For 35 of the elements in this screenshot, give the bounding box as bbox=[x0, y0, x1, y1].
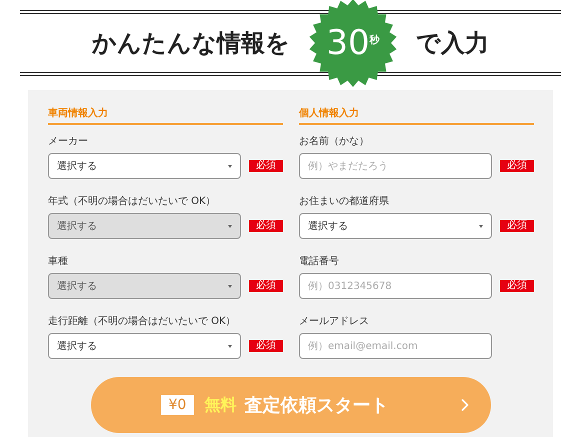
header-title: で入力 bbox=[416, 28, 489, 59]
free-label: 無料 bbox=[204, 394, 236, 416]
required-badge: 必須 bbox=[500, 160, 534, 172]
caret-icon bbox=[228, 344, 232, 348]
field-label: 走行距離（不明の場合はだいたいで OK） bbox=[48, 315, 237, 329]
input-field[interactable]: 例）やまだたろう bbox=[299, 153, 492, 179]
header-title: かんたんな情報を bbox=[92, 28, 290, 59]
field-label: メーカー bbox=[48, 135, 89, 149]
field-label: 電話番号 bbox=[299, 255, 340, 269]
input-field[interactable]: 例）email@email.com bbox=[299, 333, 492, 359]
submit-label: 査定依頼スタート bbox=[244, 394, 388, 418]
caret-icon bbox=[228, 164, 232, 168]
required-badge: 必須 bbox=[500, 280, 534, 292]
required-badge: 必須 bbox=[249, 220, 283, 232]
required-badge: 必須 bbox=[500, 220, 534, 232]
select-field[interactable]: 選択する bbox=[299, 213, 492, 239]
section-heading: 車両情報入力 bbox=[48, 106, 283, 125]
select-field[interactable]: 選択する bbox=[48, 153, 241, 179]
field-label: お名前（かな） bbox=[299, 135, 370, 149]
badge-number: 30 bbox=[326, 26, 370, 60]
field-label: 車種 bbox=[48, 255, 69, 269]
caret-icon bbox=[479, 224, 483, 228]
badge-unit: 秒 bbox=[370, 34, 380, 48]
required-badge: 必須 bbox=[249, 340, 283, 352]
field-label: お住まいの都道府県 bbox=[299, 195, 390, 209]
caret-icon bbox=[228, 224, 232, 228]
price-tag: ¥0 bbox=[160, 395, 194, 415]
caret-icon bbox=[228, 284, 232, 288]
required-badge: 必須 bbox=[249, 160, 283, 172]
field-label: メールアドレス bbox=[299, 315, 370, 329]
section-heading: 個人情報入力 bbox=[299, 106, 534, 125]
required-badge: 必須 bbox=[249, 280, 283, 292]
input-field[interactable]: 例）0312345678 bbox=[299, 273, 492, 299]
field-label: 年式（不明の場合はだいたいで OK） bbox=[48, 195, 217, 209]
select-field[interactable]: 選択する bbox=[48, 333, 241, 359]
